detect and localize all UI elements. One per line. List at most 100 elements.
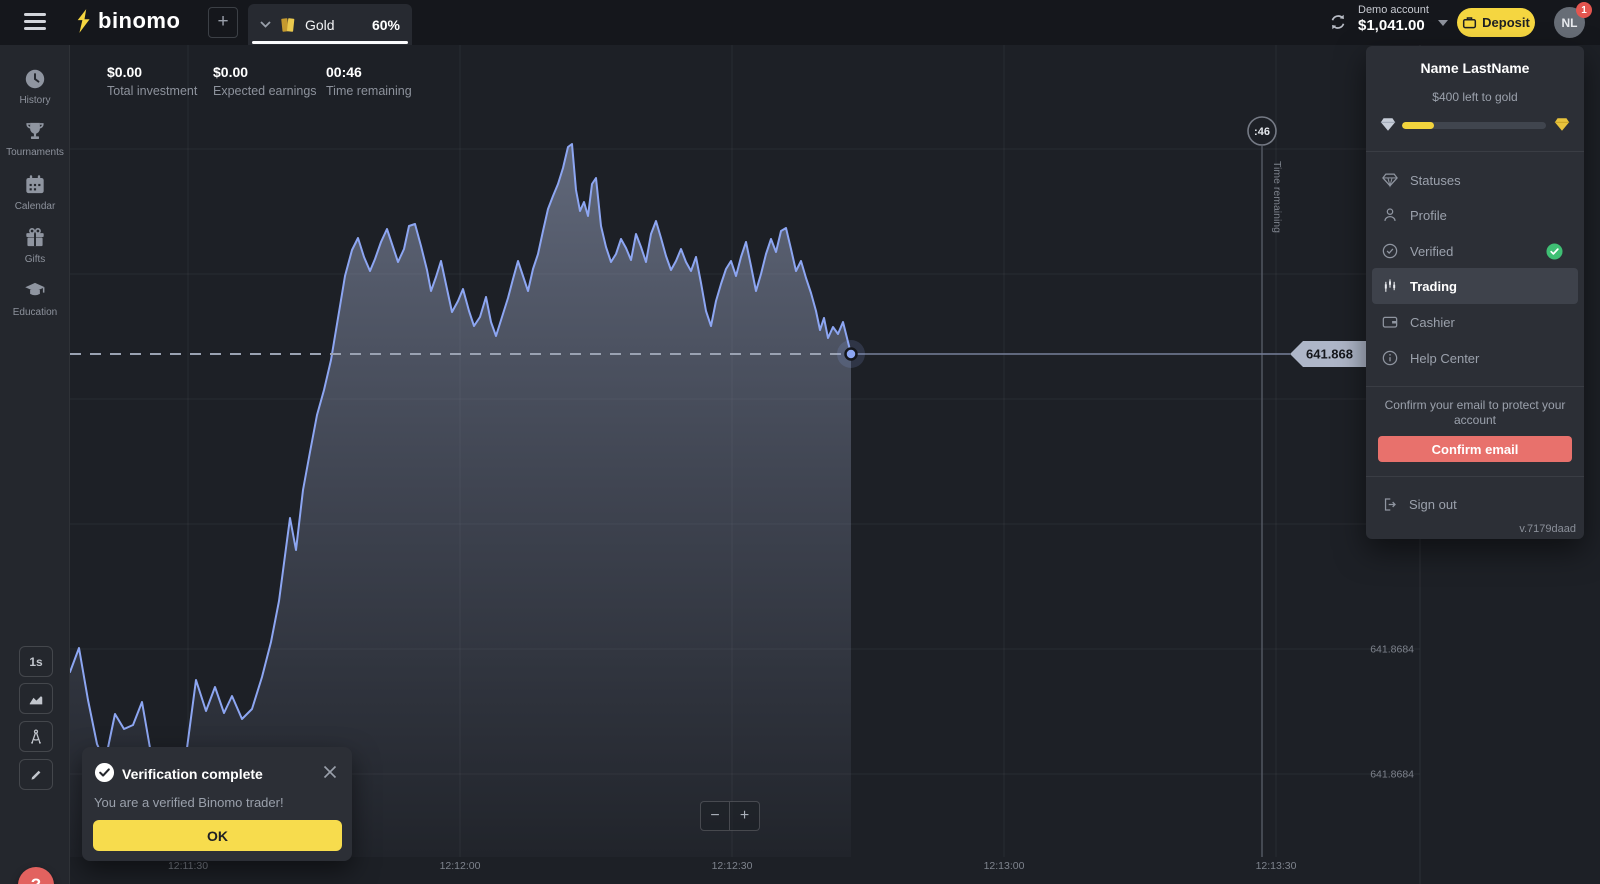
panel-item-label: Cashier [1410,315,1455,330]
app-version: v.7179daad [1519,523,1576,535]
price-dot [846,349,857,360]
toast-title: Verification complete [122,766,263,782]
time-axis-label: 12:13:30 [1256,860,1297,872]
sidebar: History Tournaments Calendar [0,45,70,884]
check-circle-filled-icon [94,762,115,783]
app-root: 12:11:3012:12:0012:12:3012:13:0012:13:30… [0,0,1600,884]
verification-toast: Verification complete You are a verified… [82,747,352,861]
calendar-icon [22,172,48,198]
close-icon[interactable] [322,764,338,780]
panel-item-verified[interactable]: Verified [1366,234,1584,268]
refresh-icon [1328,12,1348,32]
add-asset-tab-button[interactable]: + [208,7,238,38]
caret-down-icon[interactable] [1438,20,1448,26]
chart-type-button[interactable] [19,683,53,714]
gold-progress-track [1402,122,1546,129]
notification-count-badge: 1 [1576,2,1592,18]
panel-item-cashier[interactable]: Cashier [1366,305,1584,339]
account-type-label: Demo account [1358,4,1444,16]
sidebar-item-label: Tournaments [6,147,64,158]
wallet-icon [1380,312,1400,332]
pencil-icon [27,766,45,784]
panel-item-statuses[interactable]: Statuses [1366,163,1584,197]
time-axis-label: 12:12:30 [712,860,753,872]
deposit-button[interactable]: Deposit [1457,8,1535,37]
zoom-in-button[interactable]: + [730,801,760,831]
panel-item-label: Statuses [1410,173,1461,188]
gold-diamond-icon [1554,117,1570,132]
menu-button[interactable] [24,13,46,31]
stat-value: $0.00 [213,64,317,80]
time-axis-label: 12:11:30 [168,860,208,872]
trophy-icon [22,118,48,144]
sidebar-item-label: History [19,95,50,106]
verified-badge-icon [1546,243,1563,260]
panel-item-help-center[interactable]: Help Center [1366,341,1584,375]
topbar: binomo + Gold 60% Demo account $1,041.00 [0,0,1600,45]
check-circle-icon [1380,241,1400,261]
stat-value: $0.00 [107,64,197,80]
confirm-email-hint: Confirm your email to protect your accou… [1380,398,1570,428]
binomo-logo: binomo [76,8,180,34]
confirm-email-button[interactable]: Confirm email [1378,436,1572,462]
active-tab-indicator [252,41,408,44]
divider [1366,386,1584,387]
chart-zoom-controls: − + [700,801,760,831]
chevron-down-icon [260,21,271,28]
sign-out-label: Sign out [1409,497,1457,512]
sidebar-item-label: Calendar [15,201,56,212]
avatar-initials: NL [1562,16,1578,30]
divider [1366,476,1584,477]
panel-item-trading[interactable]: Trading [1372,268,1578,304]
gold-bars-icon [279,16,297,34]
lightning-bolt-icon [76,8,93,34]
deposit-button-label: Deposit [1482,15,1530,30]
sidebar-item-tournaments[interactable]: Tournaments [0,118,70,168]
status-progress-label: $400 left to gold [1366,90,1584,104]
asset-tab-label: Gold [305,17,335,33]
status-progress [1366,116,1584,134]
sign-out-button[interactable]: Sign out [1366,490,1584,518]
graduation-cap-icon [22,278,48,304]
person-icon [1380,205,1400,225]
compass-icon [26,727,46,747]
ok-button[interactable]: OK [93,820,342,851]
interval-button[interactable]: 1s [19,646,53,677]
price-axis-label: 641.8684 [1370,769,1414,781]
refresh-balance-button[interactable] [1328,12,1350,34]
gift-icon [22,225,48,251]
stat-expected-earnings: $0.00 Expected earnings [213,64,317,98]
sidebar-item-history[interactable]: History [0,66,70,116]
sidebar-item-gifts[interactable]: Gifts [0,225,70,275]
indicators-button[interactable] [19,721,53,752]
account-switcher[interactable]: Demo account $1,041.00 [1358,4,1444,42]
sidebar-item-education[interactable]: Education [0,278,70,328]
time-remaining-badge-label: :46 [1254,126,1270,138]
stat-total-investment: $0.00 Total investment [107,64,197,98]
asset-tab-payout: 60% [372,17,400,33]
help-button[interactable]: ? [18,867,54,884]
panel-item-label: Help Center [1410,351,1479,366]
clock-icon [22,66,48,92]
toast-body: You are a verified Binomo trader! [94,795,284,810]
user-name: Name LastName [1366,60,1584,76]
panel-item-label: Profile [1410,208,1447,223]
zoom-out-button[interactable]: − [700,801,730,831]
asset-tab-gold[interactable]: Gold 60% [248,4,412,45]
briefcase-icon [1462,15,1477,30]
price-axis-label: 641.8684 [1370,644,1414,656]
time-axis-label: 12:12:00 [440,860,481,872]
account-panel: Name LastName $400 left to gold Statuses… [1366,46,1584,539]
price-tag-label: 641.868 [1306,347,1353,362]
panel-item-profile[interactable]: Profile [1366,198,1584,232]
stat-label: Total investment [107,84,197,98]
sidebar-item-calendar[interactable]: Calendar [0,172,70,222]
time-remaining-axis-label: Time remaining [1271,161,1283,233]
stat-label: Expected earnings [213,84,317,98]
gold-progress-fill [1402,122,1434,129]
divider [1366,151,1584,152]
panel-item-label: Trading [1410,279,1457,294]
drawing-button[interactable] [19,759,53,790]
stat-label: Time remaining [326,84,412,98]
area-chart-icon [26,689,46,709]
